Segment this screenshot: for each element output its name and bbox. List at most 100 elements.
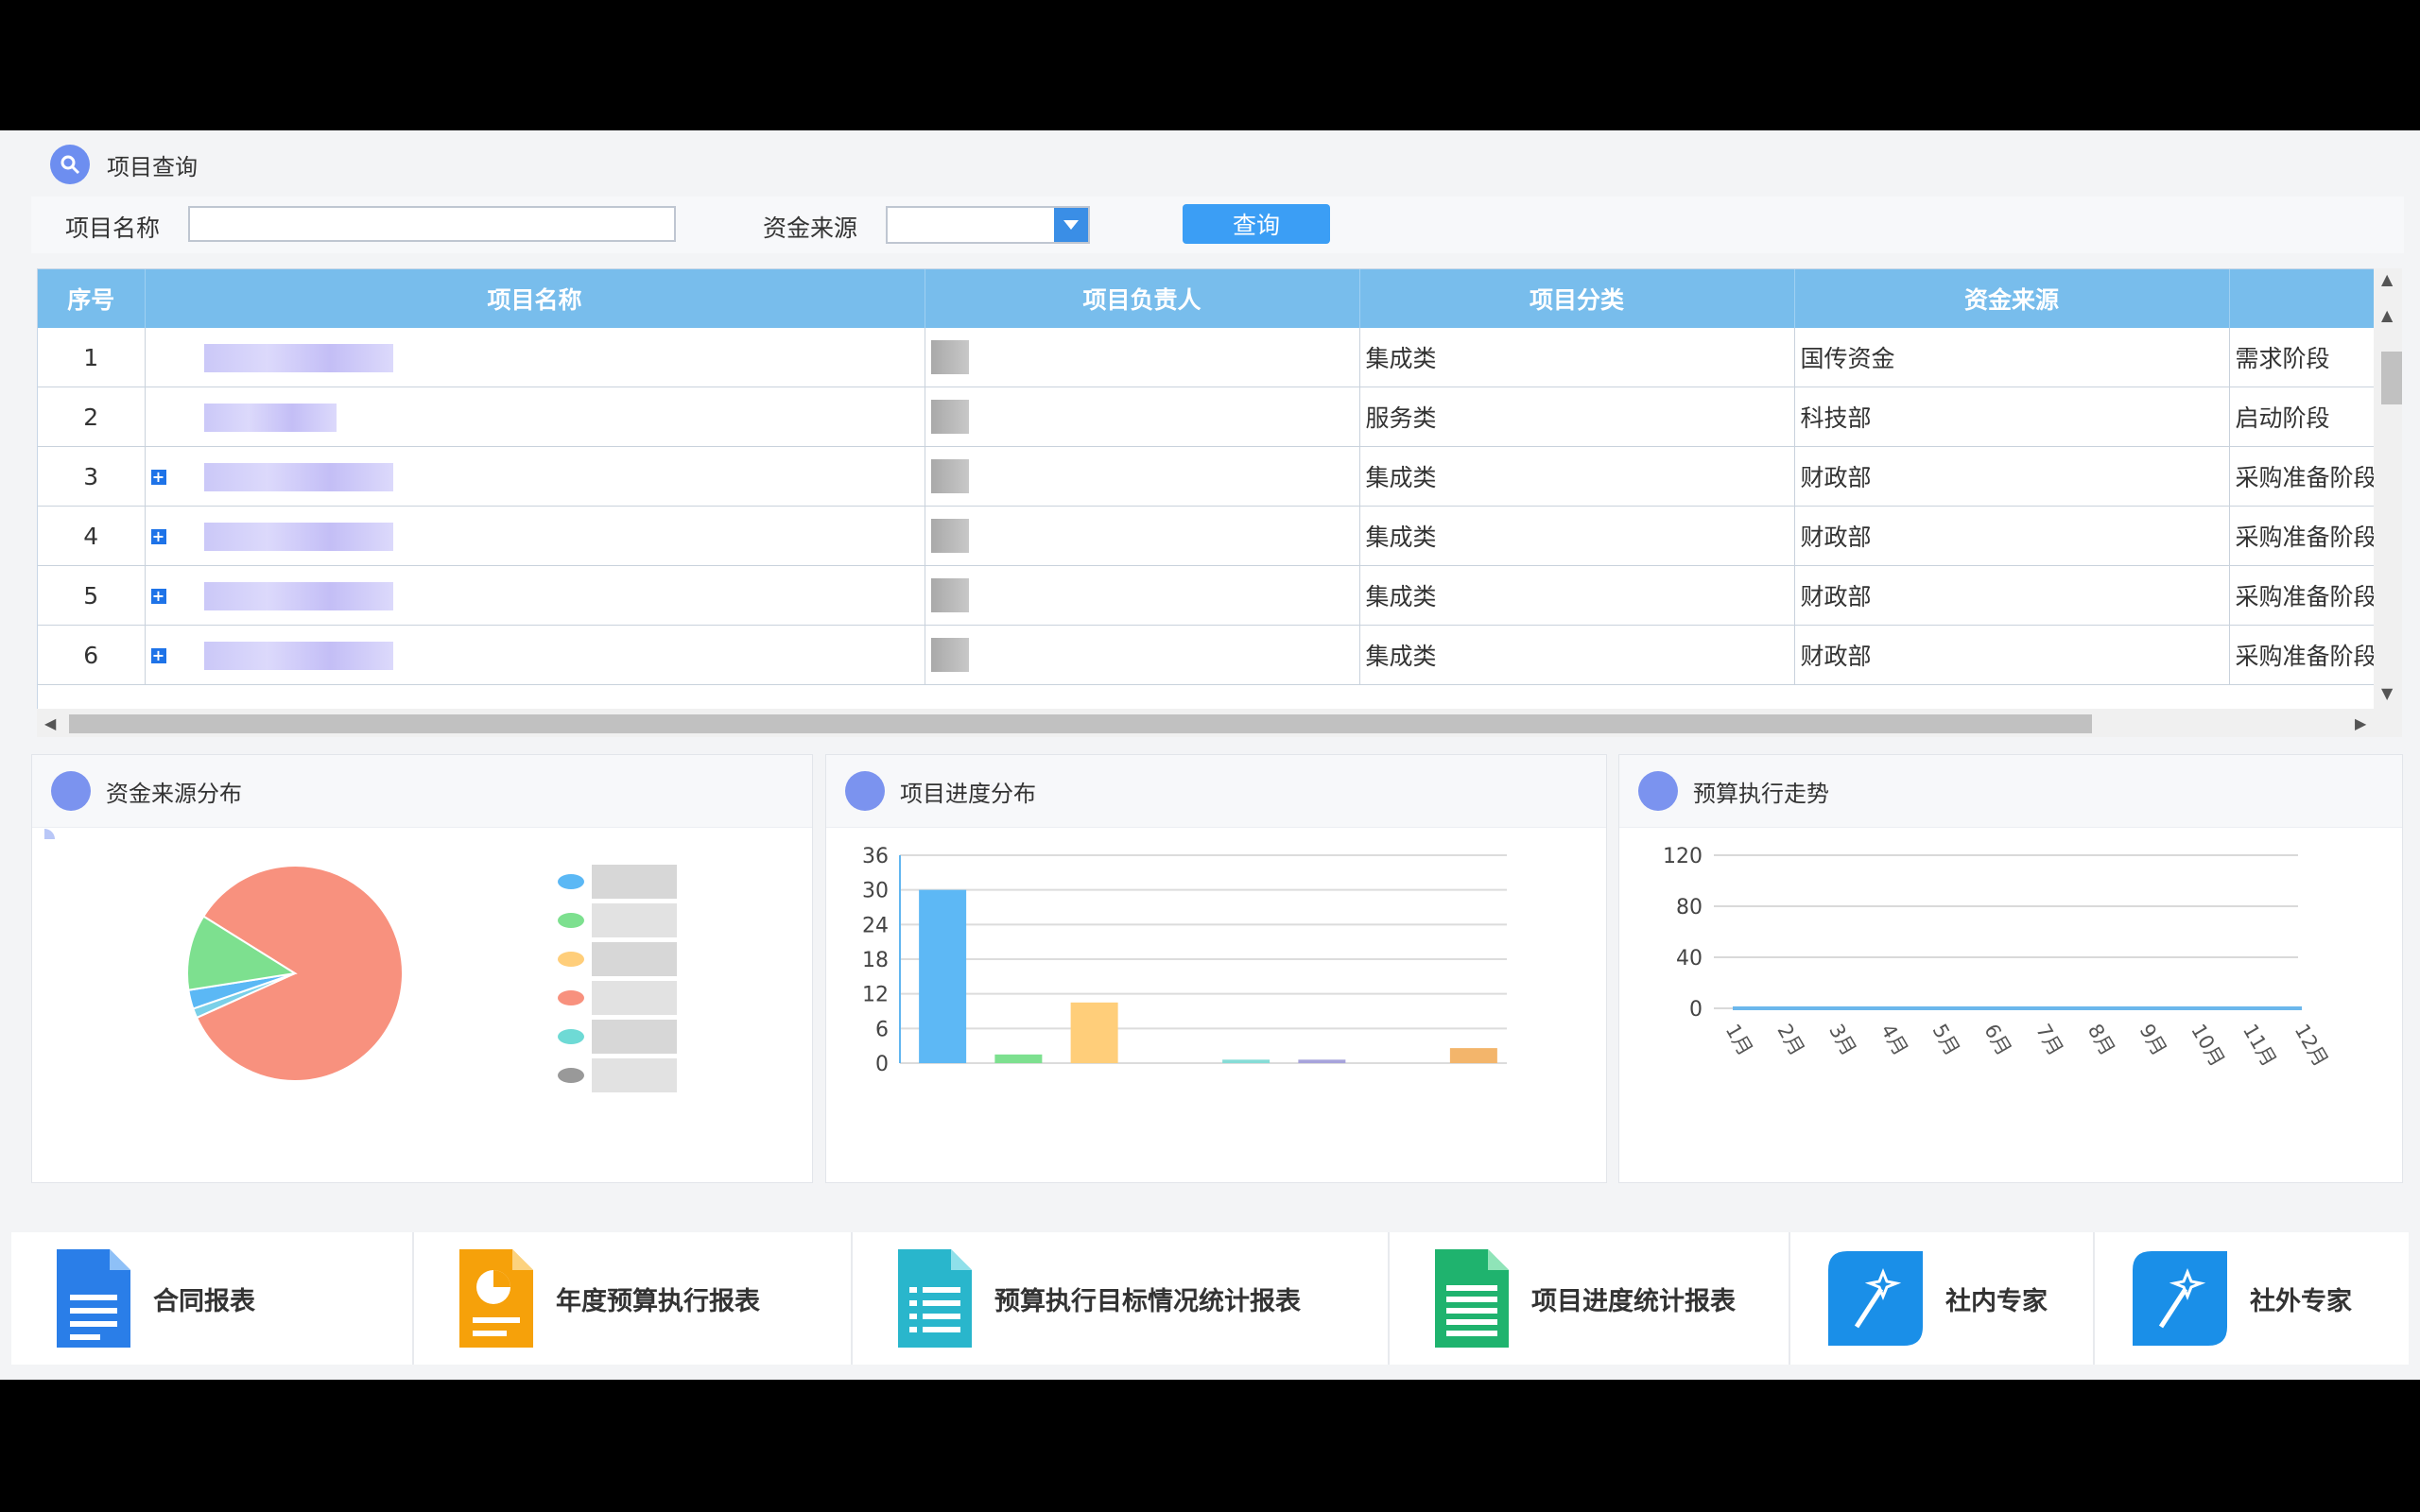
x-tick-label: 11月 — [2238, 1021, 2281, 1071]
column-header[interactable]: 项目负责人 — [925, 269, 1360, 328]
y-tick-label: 36 — [862, 845, 889, 868]
fund-source-cell: 财政部 — [1794, 565, 2230, 626]
legend-redacted-label — [592, 942, 677, 976]
x-tick-label: 10月 — [2187, 1021, 2229, 1071]
table-row[interactable]: 4 + 集成类 财政部 采购准备阶段 — [38, 506, 2375, 566]
pie-chart-icon — [34, 771, 91, 850]
x-tick-label: 7月 — [2031, 1021, 2067, 1060]
project-progress-report-link[interactable]: 项目进度统计报表 — [1390, 1232, 1790, 1365]
chevron-down-icon[interactable] — [1054, 208, 1088, 242]
x-tick-label: 1月 — [1721, 1021, 1757, 1060]
redacted-owner — [930, 578, 969, 612]
category-cell: 集成类 — [1359, 328, 1795, 387]
query-panel-title: 项目查询 — [107, 153, 198, 180]
y-tick-label: 6 — [875, 1018, 889, 1041]
expand-plus-icon[interactable]: + — [150, 588, 166, 604]
bar-chart: 0 6 12 18 24 30 36 — [862, 845, 1507, 1076]
y-tick-label: 0 — [875, 1053, 889, 1076]
stage-cell: 采购准备阶段 — [2229, 446, 2375, 507]
legend-marker — [558, 1029, 584, 1044]
bar — [1222, 1059, 1270, 1063]
legend-redacted-label — [592, 1058, 677, 1092]
app-window: 项目查询 项目名称 资金来源 查询 序号 项目名称 项目负责人 项目分类 资金来… — [0, 130, 2420, 1380]
magic-wand-icon — [2133, 1251, 2227, 1346]
column-header[interactable]: 序号 — [38, 269, 146, 328]
project-name-cell: + — [145, 446, 925, 507]
row-index: 3 — [38, 446, 146, 507]
expand-plus-icon[interactable]: + — [150, 469, 166, 485]
horizontal-scroll-thumb[interactable] — [69, 714, 2092, 733]
redacted-owner — [930, 519, 969, 553]
query-button[interactable]: 查询 — [1183, 204, 1330, 244]
project-name-label: 项目名称 — [65, 215, 161, 242]
project-name-cell: + — [145, 506, 925, 566]
scroll-up-icon[interactable]: ▲ — [2381, 306, 2393, 324]
scroll-right-icon[interactable]: ▶ — [2355, 714, 2366, 732]
redacted-name — [203, 641, 393, 670]
redacted-owner — [930, 459, 969, 493]
table-document-icon — [1435, 1249, 1509, 1348]
card-header: 项目进度分布 — [826, 755, 1606, 848]
category-cell: 集成类 — [1359, 446, 1795, 507]
column-header[interactable]: 项目分类 — [1359, 269, 1795, 328]
stage-cell: 采购准备阶段 — [2229, 565, 2375, 626]
table-row[interactable]: 6 + 集成类 财政部 采购准备阶段 — [38, 625, 2375, 685]
y-tick-label: 30 — [862, 880, 889, 903]
category-cell: 集成类 — [1359, 565, 1795, 626]
project-name-input[interactable] — [188, 206, 676, 242]
search-row: 项目名称 资金来源 查询 — [31, 197, 2404, 253]
annual-budget-report-link[interactable]: 年度预算执行报表 — [414, 1232, 853, 1365]
fund-source-chart-card: 资金来源分布 — [31, 754, 813, 1183]
document-icon — [57, 1249, 130, 1348]
table-header: 序号 项目名称 项目负责人 项目分类 资金来源 — [38, 269, 2375, 328]
column-header[interactable] — [2229, 269, 2375, 328]
bar — [1449, 1048, 1497, 1063]
scroll-up-icon[interactable]: ▲ — [2381, 270, 2393, 288]
scroll-left-icon[interactable]: ◀ — [44, 714, 56, 732]
link-label: 社外专家 — [2250, 1286, 2352, 1316]
query-panel-header: 项目查询 — [31, 138, 198, 191]
vertical-scroll-thumb[interactable] — [2381, 352, 2402, 404]
contract-report-link[interactable]: 合同报表 — [11, 1232, 414, 1365]
table-row[interactable]: 1 集成类 国传资金 需求阶段 — [38, 328, 2375, 387]
y-tick-label: 0 — [1689, 998, 1703, 1022]
fund-source-select[interactable] — [886, 206, 1090, 244]
table-row[interactable]: 2 服务类 科技部 启动阶段 — [38, 387, 2375, 447]
owner-cell — [925, 565, 1360, 626]
fund-source-cell: 科技部 — [1794, 387, 2230, 447]
internal-expert-link[interactable]: 社内专家 — [1790, 1232, 2095, 1365]
table-row[interactable]: 5 + 集成类 财政部 采购准备阶段 — [38, 565, 2375, 626]
redacted-name — [203, 522, 393, 551]
legend-redacted-label — [592, 903, 677, 937]
card-header: 预算执行走势 — [1619, 755, 2402, 846]
x-tick-label: 4月 — [1876, 1021, 1912, 1060]
external-expert-link[interactable]: 社外专家 — [2095, 1232, 2409, 1365]
column-header[interactable]: 项目名称 — [145, 269, 925, 328]
scroll-down-icon[interactable]: ▼ — [2381, 684, 2393, 702]
redacted-owner — [930, 638, 969, 672]
row-index: 4 — [38, 506, 146, 566]
card-title: 预算执行走势 — [1693, 780, 1829, 807]
column-header[interactable]: 资金来源 — [1794, 269, 2230, 328]
y-tick-label: 24 — [862, 914, 889, 937]
x-tick-label: 9月 — [2135, 1021, 2170, 1060]
card-title: 资金来源分布 — [106, 780, 242, 807]
legend-redacted-label — [592, 865, 677, 899]
fund-source-cell: 财政部 — [1794, 506, 2230, 566]
budget-trend-chart-card: 预算执行走势 0 40 80 120 1月 2月 3月 4月 5月 6月 7月 8月 9月 10月 11月 1… — [1618, 754, 2403, 1183]
category-cell: 集成类 — [1359, 625, 1795, 685]
y-tick-label: 40 — [1676, 947, 1703, 971]
legend-marker — [558, 913, 584, 928]
budget-target-report-link[interactable]: 预算执行目标情况统计报表 — [853, 1232, 1390, 1365]
stage-cell: 需求阶段 — [2229, 328, 2375, 387]
table-row[interactable]: 3 + 集成类 财政部 采购准备阶段 — [38, 446, 2375, 507]
expand-plus-icon[interactable]: + — [150, 528, 166, 544]
fund-source-label: 资金来源 — [763, 215, 858, 242]
expand-plus-icon[interactable]: + — [150, 647, 166, 663]
fund-source-cell: 财政部 — [1794, 446, 2230, 507]
bar — [1298, 1059, 1346, 1063]
bar — [919, 889, 967, 1063]
table-horizontal-scrollbar[interactable]: ◀ ▶ — [37, 709, 2402, 737]
table-vertical-scrollbar[interactable]: ▲ ▲ ▼ — [2374, 268, 2402, 709]
bar — [1070, 1002, 1118, 1063]
